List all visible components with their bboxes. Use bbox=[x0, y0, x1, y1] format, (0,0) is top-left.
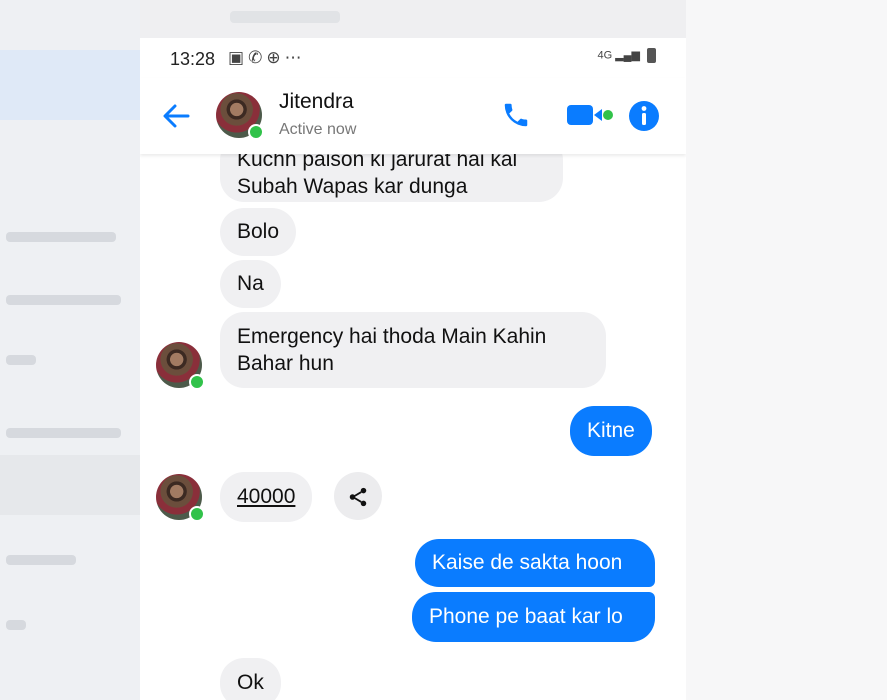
phone-screen: 13:28 ▣✆⊕⋯ 4G ▂▄▆ Jitendra Active now Ku… bbox=[140, 38, 686, 700]
background-top-bar bbox=[140, 0, 686, 38]
background-phone-number bbox=[230, 11, 340, 23]
background-right-panel bbox=[686, 0, 887, 700]
background-row-text bbox=[6, 232, 116, 242]
share-icon[interactable] bbox=[334, 472, 382, 520]
signal-icon: ▂▄▆ bbox=[615, 49, 640, 62]
network-label: 4G bbox=[597, 49, 613, 62]
contact-name[interactable]: Jitendra bbox=[279, 90, 354, 114]
background-chat-list bbox=[0, 0, 140, 700]
status-time: 13:28 bbox=[170, 49, 216, 69]
status-right: 4G ▂▄▆ bbox=[597, 48, 656, 63]
online-status-dot bbox=[189, 374, 205, 390]
message-bubble[interactable]: Phone pe baat kar lo bbox=[412, 592, 655, 642]
message-text: Phone pe baat kar lo bbox=[429, 605, 623, 628]
online-status-dot bbox=[248, 124, 264, 140]
info-icon[interactable] bbox=[628, 100, 660, 132]
background-row-text bbox=[6, 555, 76, 565]
message-text[interactable]: 40000 bbox=[237, 485, 295, 508]
message-text: Kitne bbox=[587, 419, 635, 442]
background-row bbox=[0, 455, 140, 515]
message-text: Subah Wapas kar dunga bbox=[237, 175, 468, 198]
notification-icons: ▣✆⊕⋯ bbox=[228, 48, 306, 68]
message-text: Bolo bbox=[237, 220, 280, 243]
message-bubble[interactable]: Kitne bbox=[570, 406, 652, 456]
background-row-text bbox=[6, 428, 121, 438]
message-text: Kaise de sakta hoon bbox=[432, 551, 623, 574]
background-selected-row bbox=[0, 50, 140, 120]
status-bar: 13:28 ▣✆⊕⋯ 4G ▂▄▆ bbox=[140, 38, 686, 78]
background-row-text bbox=[6, 620, 26, 630]
message-bubble[interactable]: Kaise de sakta hoon bbox=[415, 539, 655, 587]
chat-header: Jitendra Active now bbox=[140, 78, 686, 154]
message-text: Bahar hun bbox=[237, 352, 334, 375]
background-row-text bbox=[6, 355, 36, 365]
battery-icon bbox=[647, 48, 656, 63]
back-arrow-icon[interactable] bbox=[160, 100, 192, 132]
image-icon: ▣ bbox=[228, 48, 249, 67]
more-icon: ⋯ bbox=[284, 48, 306, 67]
whatsapp-icon: ✆ bbox=[248, 48, 267, 67]
app-icon: ⊕ bbox=[266, 48, 285, 67]
phone-call-icon[interactable] bbox=[500, 100, 532, 132]
message-bubble[interactable]: 40000 bbox=[220, 472, 313, 522]
video-call-icon[interactable] bbox=[565, 100, 615, 132]
message-bubble[interactable]: Na bbox=[220, 260, 281, 308]
online-status-dot bbox=[189, 506, 205, 522]
background-row-text bbox=[6, 295, 121, 305]
message-bubble[interactable]: Ok bbox=[220, 658, 281, 700]
message-text: Na bbox=[237, 272, 264, 295]
message-text: Ok bbox=[237, 671, 264, 694]
message-list: Kuchh paison ki jarurat hai kal Subah Wa… bbox=[140, 136, 686, 700]
message-bubble[interactable]: Emergency hai thoda Main Kahin Bahar hun bbox=[220, 312, 606, 388]
contact-status: Active now bbox=[279, 121, 357, 138]
message-text: Emergency hai thoda Main Kahin bbox=[237, 325, 547, 348]
message-bubble[interactable]: Bolo bbox=[220, 208, 297, 256]
